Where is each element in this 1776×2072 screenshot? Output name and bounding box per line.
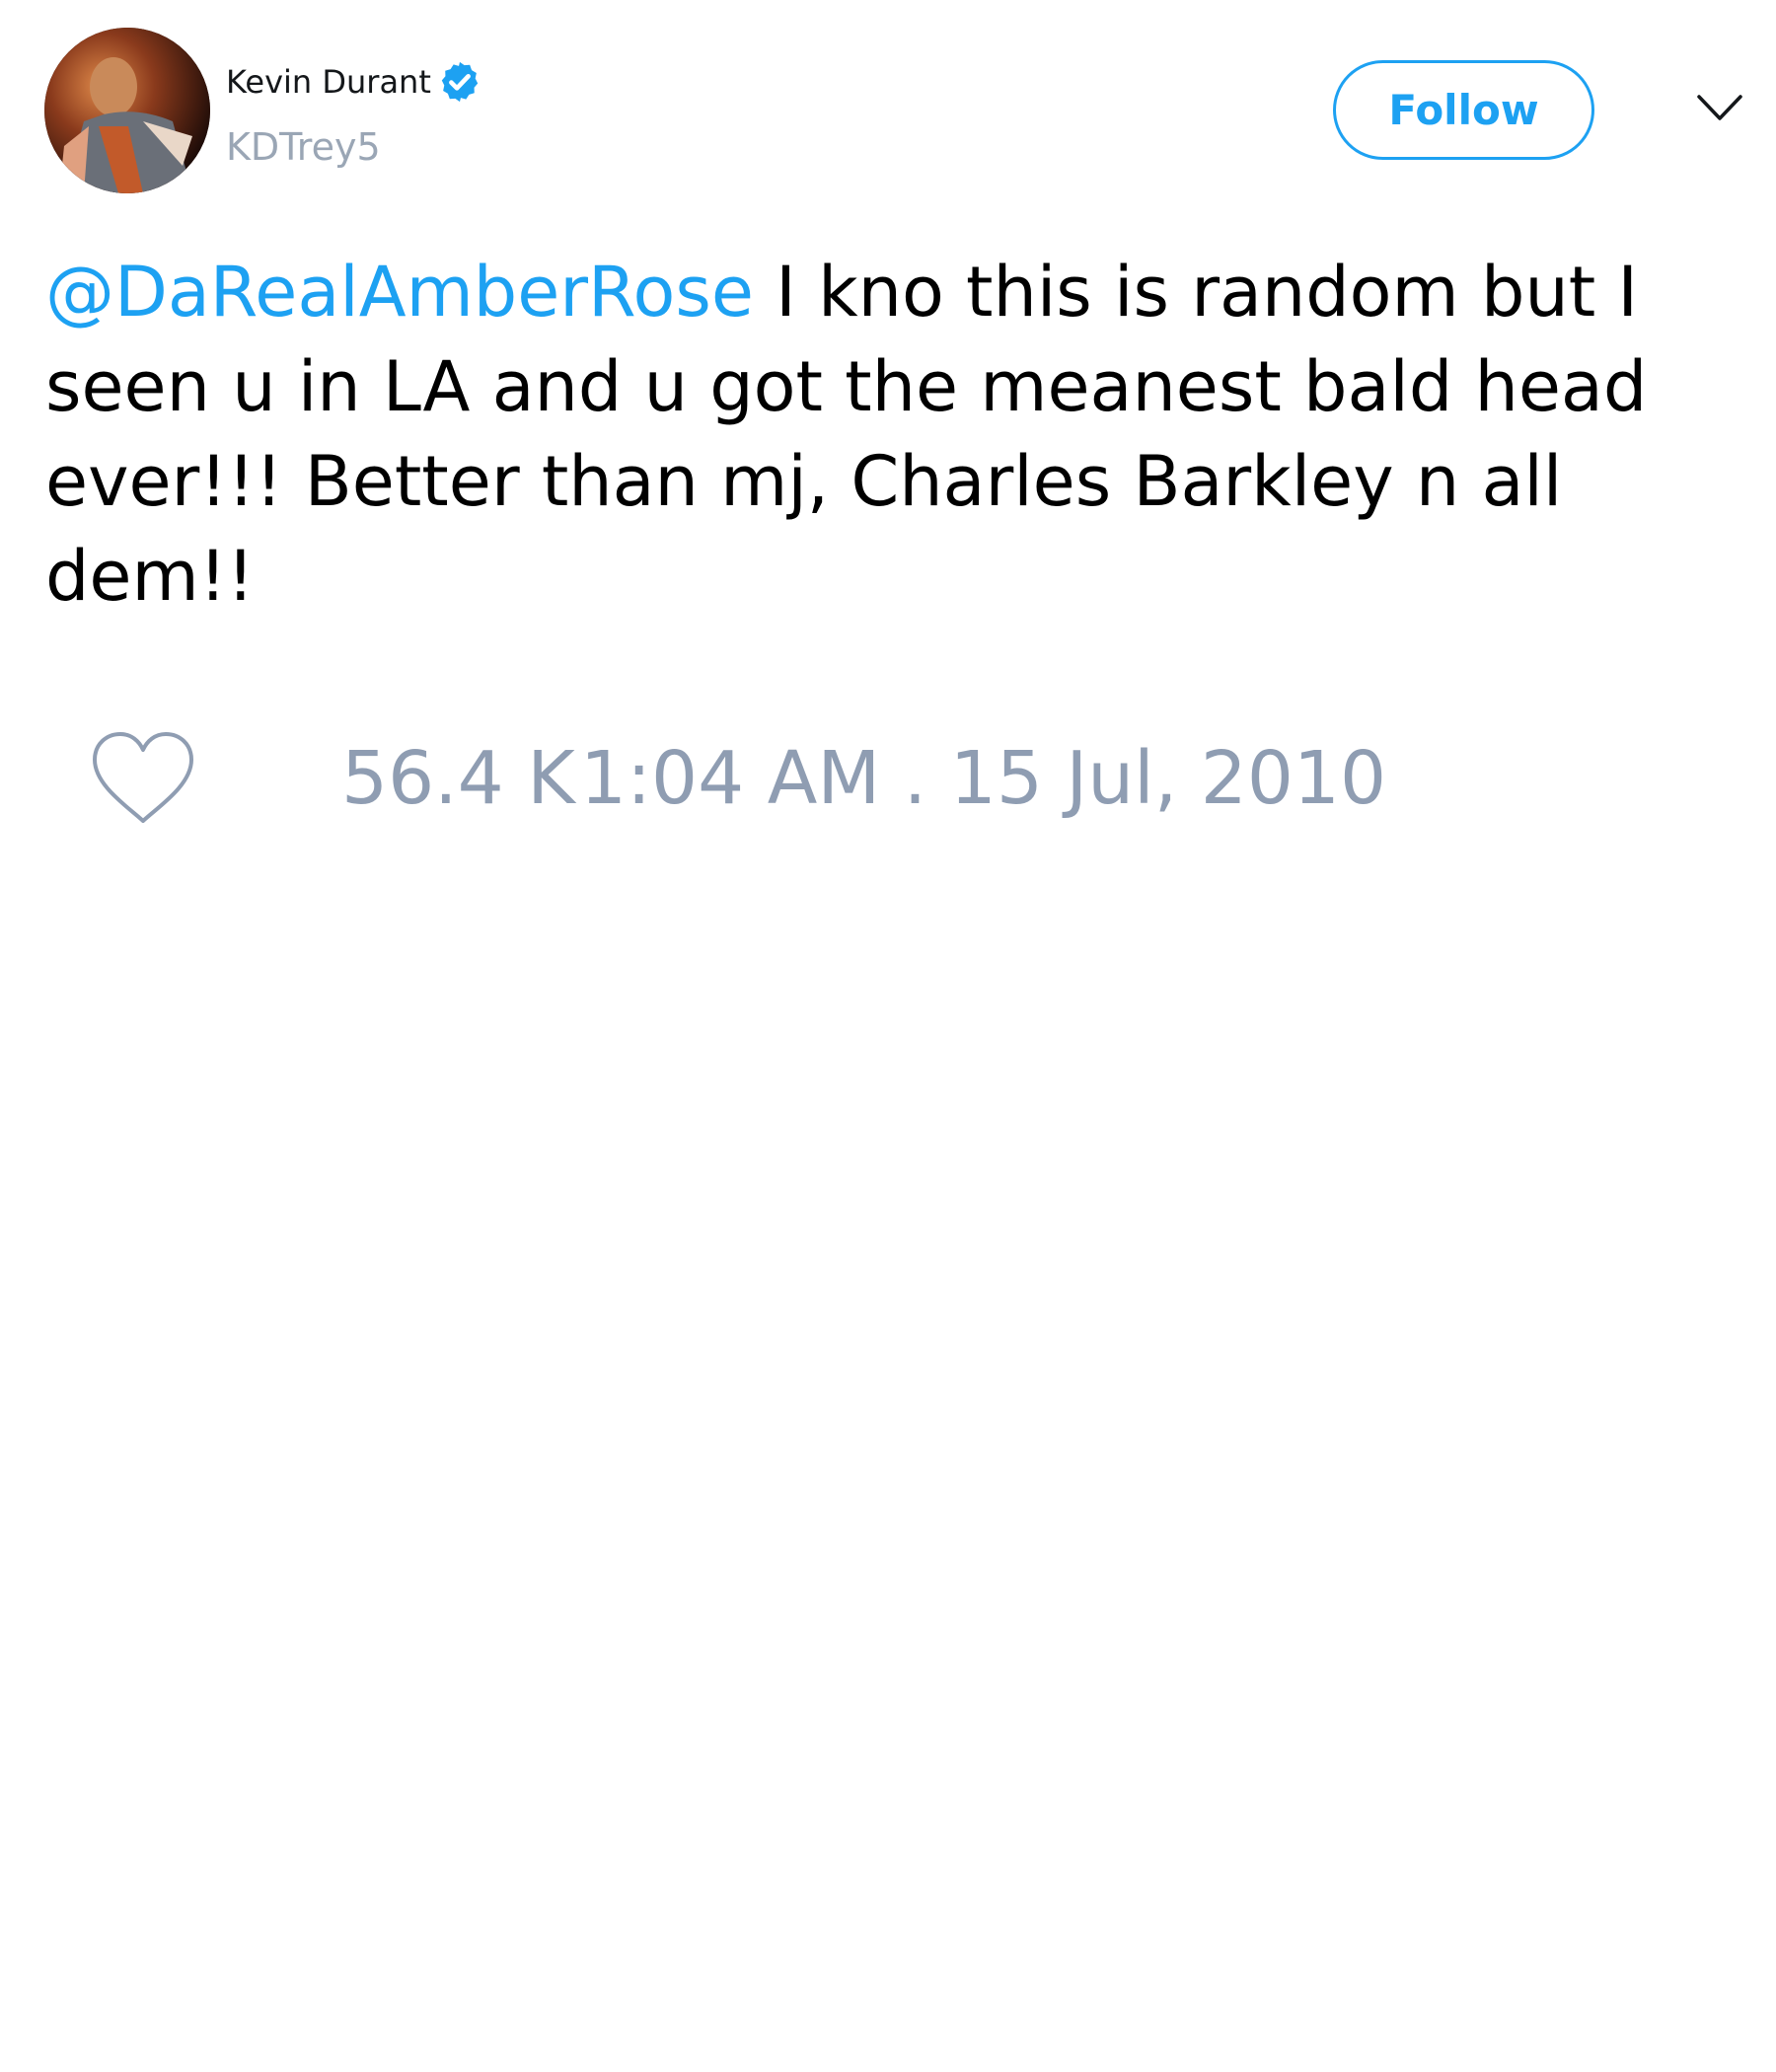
tweet-card: Kevin Durant KDTrey5 Follow @DaRealAmber… <box>0 0 1776 2072</box>
follow-button[interactable]: Follow <box>1333 60 1594 160</box>
chevron-down-icon[interactable] <box>1695 89 1744 128</box>
tweet-footer: 56.4 K 1:04 AM . 15 Jul, 2010 <box>89 730 1386 829</box>
user-display-name[interactable]: Kevin Durant <box>226 66 431 98</box>
mention-link[interactable]: @DaRealAmberRose <box>45 252 754 333</box>
avatar[interactable] <box>44 28 210 193</box>
user-handle[interactable]: KDTrey5 <box>226 128 381 166</box>
user-name-row: Kevin Durant <box>226 59 482 105</box>
tweet-text: @DaRealAmberRose I kno this is random bu… <box>45 245 1713 624</box>
verified-badge-icon <box>437 59 482 105</box>
avatar-image <box>44 28 210 193</box>
like-count: 56.4 K <box>341 736 575 821</box>
tweet-timestamp[interactable]: 1:04 AM . 15 Jul, 2010 <box>580 742 1386 815</box>
heart-icon[interactable] <box>89 730 197 829</box>
